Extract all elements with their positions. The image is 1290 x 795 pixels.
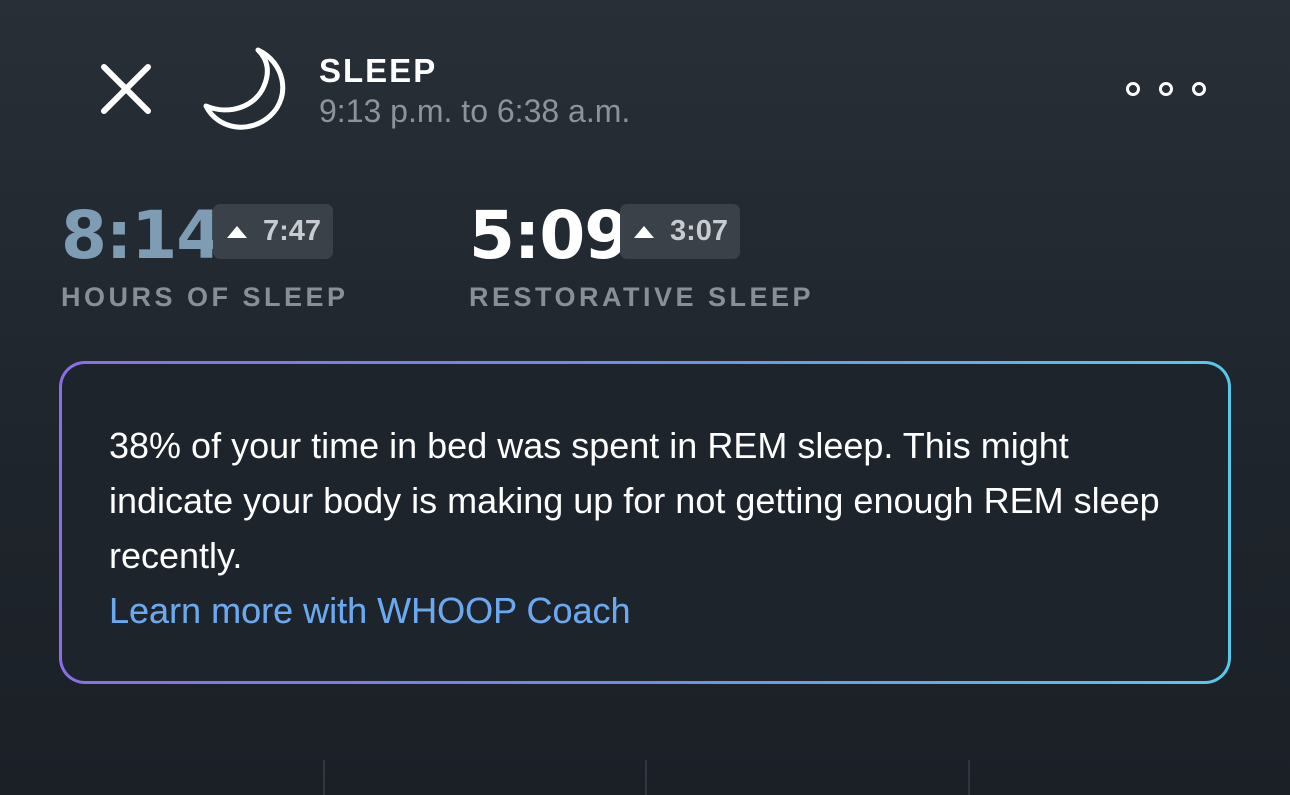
moon-icon xyxy=(203,47,286,130)
chart-gridline xyxy=(968,760,970,795)
sleep-time-range: 9:13 p.m. to 6:38 a.m. xyxy=(319,93,631,129)
triangle-up-icon xyxy=(634,225,654,238)
whoop-coach-link[interactable]: Learn more with WHOOP Coach xyxy=(109,586,631,636)
sleep-chart-preview xyxy=(0,760,1290,795)
hours-of-sleep-delta-badge: 7:47 xyxy=(213,204,334,259)
more-options-button[interactable] xyxy=(1118,70,1214,108)
rem-insight-card: 38% of your time in bed was spent in REM… xyxy=(59,361,1231,684)
rem-insight-text: 38% of your time in bed was spent in REM… xyxy=(109,425,1160,576)
more-options-icon xyxy=(1192,82,1206,96)
chart-gridline xyxy=(645,760,647,795)
restorative-sleep-delta-value: 3:07 xyxy=(670,215,729,247)
triangle-up-icon xyxy=(227,225,247,238)
close-icon xyxy=(101,64,151,114)
restorative-sleep-label: RESTORATIVE SLEEP xyxy=(469,282,815,312)
page-title: SLEEP xyxy=(319,52,438,89)
hours-of-sleep-value: 8:14 xyxy=(61,197,222,274)
more-options-icon xyxy=(1159,82,1173,96)
hours-of-sleep-label: HOURS OF SLEEP xyxy=(61,282,349,312)
restorative-sleep-value: 5:09 xyxy=(469,197,630,274)
rem-insight-card-body: 38% of your time in bed was spent in REM… xyxy=(62,364,1228,681)
close-button[interactable] xyxy=(92,55,160,123)
restorative-sleep-delta-badge: 3:07 xyxy=(620,204,741,259)
more-options-icon xyxy=(1126,82,1140,96)
hours-of-sleep-delta-value: 7:47 xyxy=(263,215,322,247)
chart-gridline xyxy=(323,760,325,795)
